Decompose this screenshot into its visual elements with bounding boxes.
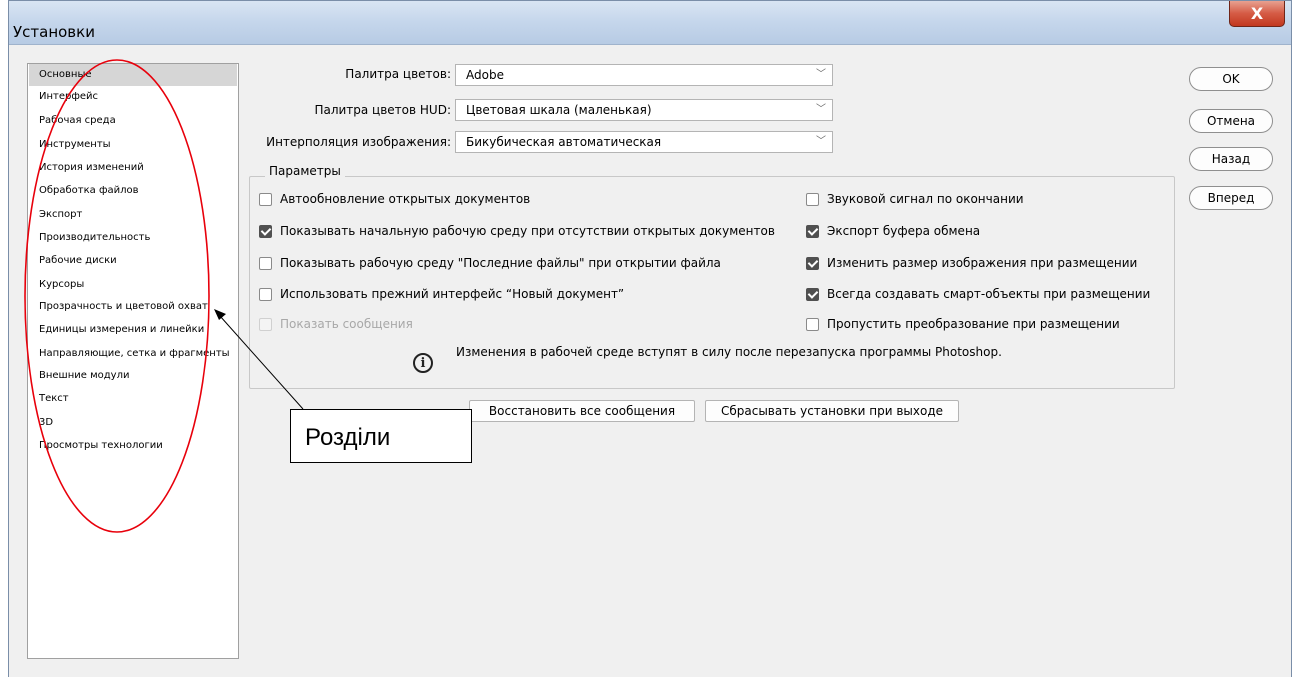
checkbox-label: Пропустить преобразование при размещении: [827, 317, 1120, 331]
checkbox-box: [259, 317, 272, 331]
interpolation-label: Интерполяция изображения:: [266, 135, 451, 149]
hud-picker-select[interactable]: Цветовая шкала (маленькая) ﹀: [455, 99, 833, 121]
show-start-workspace-checkbox[interactable]: Показывать начальную рабочую среду при о…: [259, 222, 775, 240]
checkbox-box[interactable]: [806, 192, 819, 206]
checkbox-box[interactable]: [259, 192, 272, 206]
sidebar-item-scratch-disks[interactable]: Рабочие диски: [29, 250, 237, 272]
sidebar-item-history[interactable]: История изменений: [29, 157, 237, 179]
sidebar-item-workspace[interactable]: Рабочая среда: [29, 110, 237, 132]
reset-all-messages-button[interactable]: Восстановить все сообщения: [469, 400, 695, 422]
checkbox-box[interactable]: [806, 317, 819, 331]
sidebar-item-guides[interactable]: Направляющие, сетка и фрагменты: [29, 343, 237, 365]
checkbox-box[interactable]: [806, 256, 819, 270]
info-icon: i: [413, 353, 433, 373]
export-clipboard-checkbox[interactable]: Экспорт буфера обмена: [806, 222, 980, 240]
checkbox-label: Использовать прежний интерфейс “Новый до…: [280, 287, 625, 301]
skip-transform-checkbox[interactable]: Пропустить преобразование при размещении: [806, 315, 1120, 333]
checkbox-box[interactable]: [259, 256, 272, 270]
checkbox-label: Показывать начальную рабочую среду при о…: [280, 224, 775, 238]
reset-prefs-on-quit-button[interactable]: Сбрасывать установки при выходе: [705, 400, 959, 422]
chevron-down-icon: ﹀: [816, 69, 826, 80]
chevron-down-icon: ﹀: [816, 104, 826, 115]
close-button[interactable]: X: [1229, 1, 1285, 27]
checkbox-label: Экспорт буфера обмена: [827, 224, 981, 238]
interpolation-value: Бикубическая автоматическая: [466, 135, 662, 149]
sidebar-item-performance[interactable]: Производительность: [29, 227, 237, 249]
checkbox-label: Звуковой сигнал по окончании: [827, 192, 1024, 206]
show-recent-files-checkbox[interactable]: Показывать рабочую среду "Последние файл…: [259, 254, 721, 272]
sidebar-item-tools[interactable]: Инструменты: [29, 134, 237, 156]
cancel-button[interactable]: Отмена: [1189, 109, 1273, 133]
sections-list: Основные Интерфейс Рабочая среда Инструм…: [27, 63, 239, 659]
checkbox-box[interactable]: [259, 287, 272, 301]
hud-picker-label: Палитра цветов HUD:: [314, 103, 451, 117]
checkbox-label: Показывать рабочую среду "Последние файл…: [280, 256, 721, 270]
sidebar-item-plugins[interactable]: Внешние модули: [29, 365, 237, 387]
color-picker-value: Adobe: [466, 68, 504, 82]
sidebar-item-transparency[interactable]: Прозрачность и цветовой охват: [29, 296, 237, 318]
sidebar-item-tech-previews[interactable]: Просмотры технологии: [29, 435, 237, 457]
window-title: Установки: [13, 23, 95, 41]
sidebar-item-export[interactable]: Экспорт: [29, 204, 237, 226]
sidebar-item-3d[interactable]: 3D: [29, 412, 237, 434]
checkbox-box[interactable]: [806, 287, 819, 301]
checkbox-box[interactable]: [806, 224, 819, 238]
interpolation-select[interactable]: Бикубическая автоматическая ﹀: [455, 131, 833, 153]
title-bar: Установки X: [9, 1, 1291, 45]
resize-on-place-checkbox[interactable]: Изменить размер изображения при размещен…: [806, 254, 1137, 272]
sidebar-item-units[interactable]: Единицы измерения и линейки: [29, 319, 237, 341]
sidebar-item-cursors[interactable]: Курсоры: [29, 274, 237, 296]
show-messages-checkbox: Показать сообщения: [259, 315, 413, 333]
options-group-title: Параметры: [265, 164, 345, 178]
info-message: Изменения в рабочей среде вступят в силу…: [456, 345, 1002, 359]
checkbox-label: Всегда создавать смарт-объекты при разме…: [827, 287, 1151, 301]
smart-objects-on-place-checkbox[interactable]: Всегда создавать смарт-объекты при разме…: [806, 285, 1150, 303]
ok-button[interactable]: OK: [1189, 67, 1273, 91]
color-picker-label: Палитра цветов:: [345, 67, 451, 81]
auto-update-checkbox[interactable]: Автообновление открытых документов: [259, 190, 530, 208]
checkbox-box[interactable]: [259, 224, 272, 238]
preferences-window: Установки X Основные Интерфейс Рабочая с…: [8, 0, 1292, 677]
checkbox-label: Автообновление открытых документов: [280, 192, 531, 206]
chevron-down-icon: ﹀: [816, 136, 826, 147]
sidebar-item-type[interactable]: Текст: [29, 388, 237, 410]
color-picker-select[interactable]: Adobe ﹀: [455, 64, 833, 86]
forward-button[interactable]: Вперед: [1189, 186, 1273, 210]
dialog-content: Основные Интерфейс Рабочая среда Инструм…: [9, 45, 1291, 677]
hud-picker-value: Цветовая шкала (маленькая): [466, 103, 652, 117]
beep-when-done-checkbox[interactable]: Звуковой сигнал по окончании: [806, 190, 1024, 208]
annotation-label: Розділи: [290, 409, 472, 463]
sidebar-item-general[interactable]: Основные: [29, 64, 237, 86]
checkbox-label: Показать сообщения: [280, 317, 413, 331]
back-button[interactable]: Назад: [1189, 147, 1273, 171]
sidebar-item-file-handling[interactable]: Обработка файлов: [29, 180, 237, 202]
sidebar-item-interface[interactable]: Интерфейс: [29, 86, 237, 108]
checkbox-label: Изменить размер изображения при размещен…: [827, 256, 1138, 270]
legacy-new-document-checkbox[interactable]: Использовать прежний интерфейс “Новый до…: [259, 285, 624, 303]
